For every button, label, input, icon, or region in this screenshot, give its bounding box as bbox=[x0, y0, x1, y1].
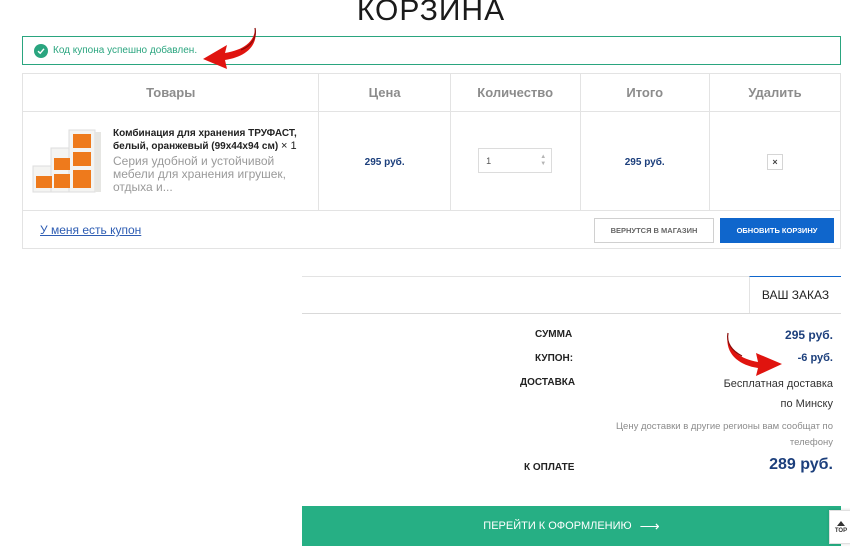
order-summary: ВАШ ЗАКАЗ СУММА 295 руб. КУПОН: -6 руб. … bbox=[302, 276, 841, 496]
quantity-stepper[interactable]: 1 ▲ ▼ bbox=[478, 148, 553, 173]
product-description: Серия удобной и устойчивой мебели для хр… bbox=[113, 154, 286, 194]
checkout-label: ПЕРЕЙТИ К ОФОРМЛЕНИЮ bbox=[483, 520, 632, 532]
decrement-arrow-icon[interactable]: ▼ bbox=[540, 161, 546, 168]
back-to-shop-button[interactable]: ВЕРНУТСЯ В МАГАЗИН bbox=[594, 218, 714, 243]
tab-your-order[interactable]: ВАШ ЗАКАЗ bbox=[749, 276, 841, 313]
product-image[interactable] bbox=[31, 126, 107, 196]
notice-text: Код купона успешно добавлен. bbox=[53, 45, 198, 56]
check-circle-icon bbox=[34, 43, 48, 58]
caret-up-icon bbox=[837, 520, 845, 526]
header-remove: Удалить bbox=[709, 74, 840, 112]
quantity-value[interactable]: 1 bbox=[486, 156, 491, 166]
coupon-success-notice: Код купона успешно добавлен. bbox=[22, 36, 841, 65]
delivery-label: ДОСТАВКА bbox=[520, 377, 576, 388]
coupon-value: -6 руб. bbox=[797, 352, 833, 364]
delivery-line-2: по Минску bbox=[780, 398, 833, 410]
page-title: КОРЗИНА bbox=[356, 0, 506, 27]
scroll-to-top-button[interactable]: TOP bbox=[829, 510, 850, 544]
annotation-arrow-icon bbox=[727, 332, 782, 376]
header-price: Цена bbox=[318, 74, 451, 112]
cart-footer: У меня есть купон ВЕРНУТСЯ В МАГАЗИН ОБН… bbox=[23, 211, 840, 249]
total-value: 289 руб. bbox=[769, 456, 833, 473]
delivery-note-1: Цену доставки в другие регионы вам сообщ… bbox=[616, 421, 833, 432]
coupon-label: КУПОН: bbox=[535, 353, 574, 364]
cart-table: Товары Цена Количество Итого Удалить Ком… bbox=[22, 73, 841, 249]
product-name[interactable]: Комбинация для хранения ТРУФАСТ, белый, … bbox=[113, 127, 309, 153]
delivery-line-1: Бесплатная доставка bbox=[723, 378, 833, 390]
item-total: 295 руб. bbox=[624, 156, 665, 168]
sum-label: СУММА bbox=[535, 329, 573, 340]
to-top-label: TOP bbox=[834, 527, 848, 534]
checkout-button[interactable]: ПЕРЕЙТИ К ОФОРМЛЕНИЮ ⟶ bbox=[302, 506, 841, 546]
item-price: 295 руб. bbox=[364, 156, 405, 168]
table-row: Комбинация для хранения ТРУФАСТ, белый, … bbox=[23, 111, 840, 211]
update-cart-button[interactable]: ОБНОВИТЬ КОРЗИНУ bbox=[720, 218, 834, 243]
delivery-note-2: телефону bbox=[789, 437, 833, 448]
coupon-link[interactable]: У меня есть купон bbox=[40, 223, 141, 237]
increment-arrow-icon[interactable]: ▲ bbox=[540, 154, 546, 161]
header-quantity: Количество bbox=[450, 74, 581, 112]
header-products: Товары bbox=[23, 74, 320, 112]
annotation-arrow-icon bbox=[203, 27, 256, 69]
total-label: К ОПЛАТЕ bbox=[524, 462, 575, 473]
sum-value: 295 руб. bbox=[785, 328, 833, 342]
arrow-right-icon: ⟶ bbox=[639, 517, 660, 534]
remove-item-button[interactable]: × bbox=[766, 153, 783, 170]
header-total: Итого bbox=[580, 74, 710, 112]
product-multiplier: × 1 bbox=[280, 140, 297, 152]
